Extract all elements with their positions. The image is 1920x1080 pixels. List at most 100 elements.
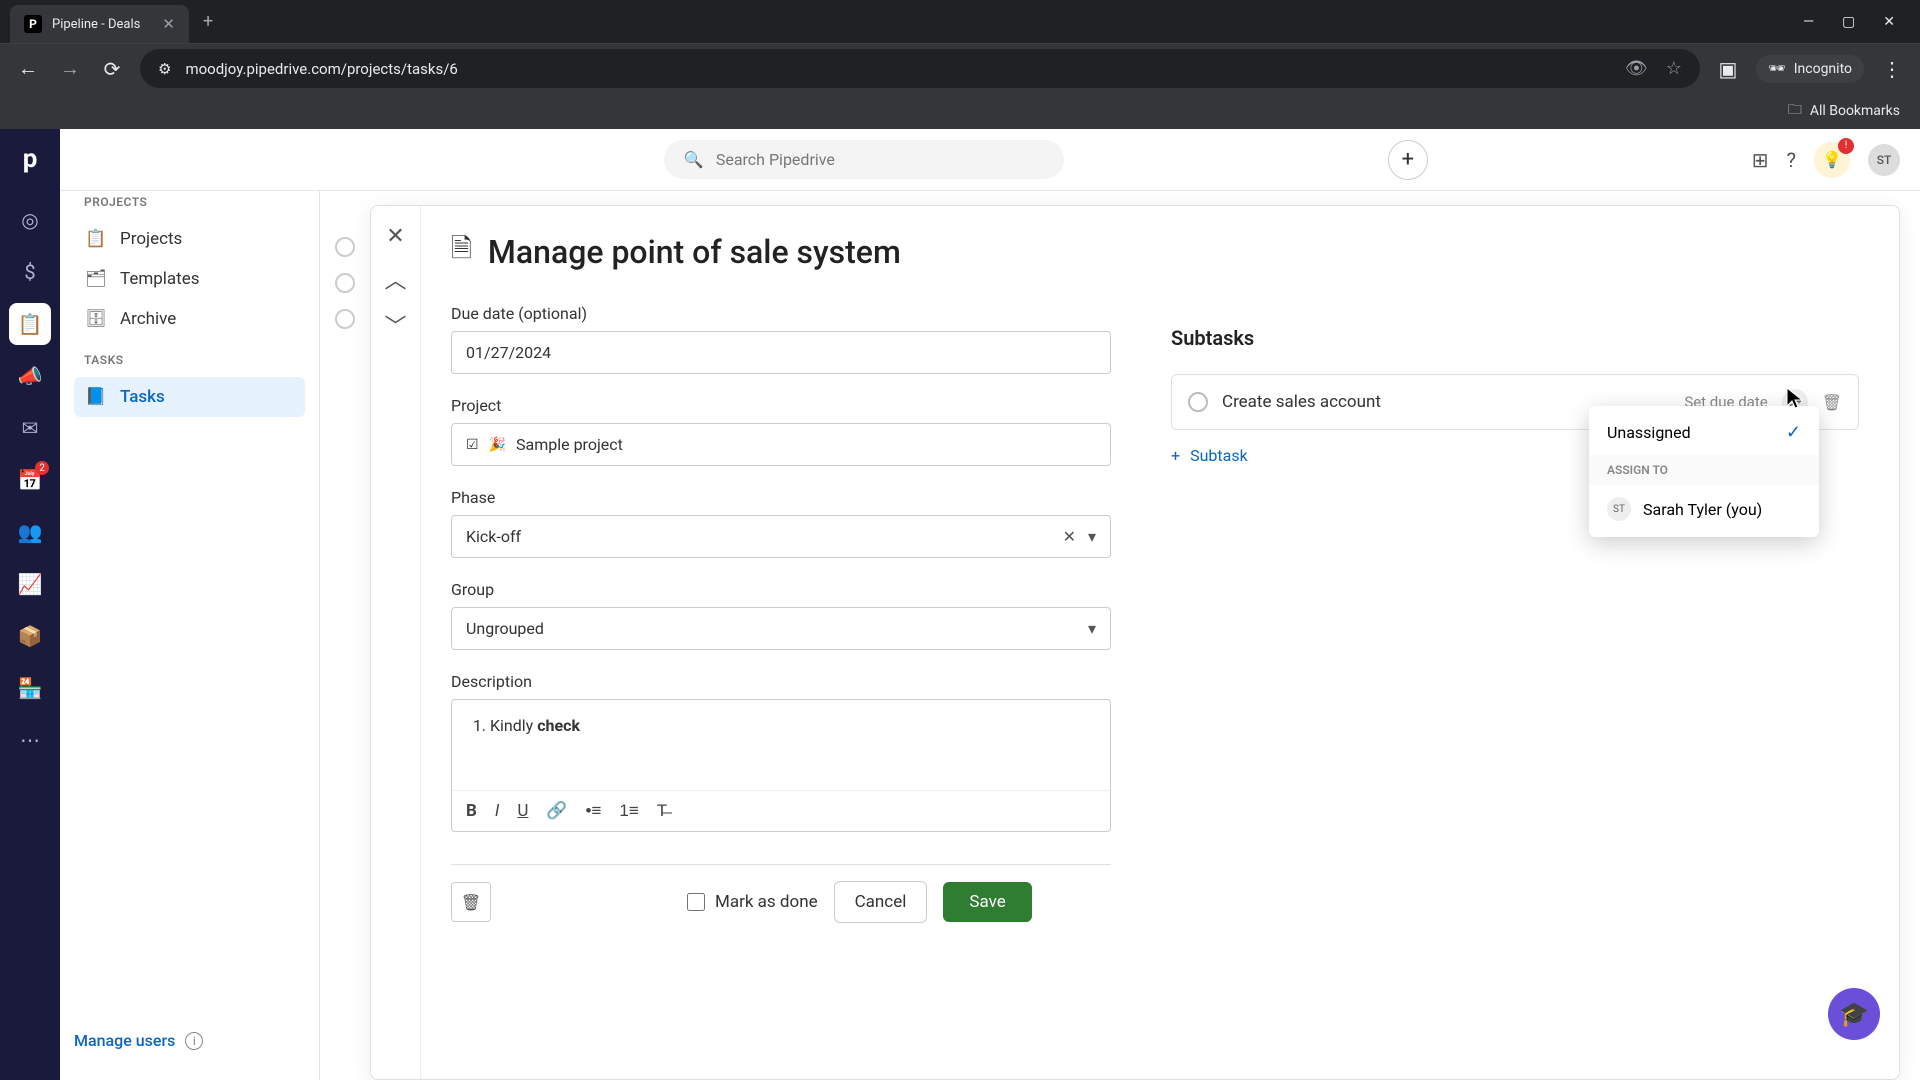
manage-users-link[interactable]: Manage users [74, 1031, 175, 1050]
tab-close-icon[interactable]: ✕ [162, 15, 175, 33]
browser-menu-icon[interactable]: ⋮ [1878, 57, 1906, 81]
project-party-icon: 🎉 [489, 437, 506, 453]
chevron-down-icon[interactable]: ▾ [1088, 619, 1096, 638]
mark-done-checkbox[interactable]: Mark as done [687, 892, 818, 912]
rail-mail-icon[interactable]: ✉ [9, 407, 51, 449]
pipedrive-logo-icon[interactable]: p [14, 143, 46, 175]
url-input[interactable]: ⚙ moodjoy.pipedrive.com/projects/tasks/6… [140, 49, 1700, 88]
minimize-icon[interactable]: — [1803, 14, 1814, 30]
forward-icon[interactable]: → [56, 56, 84, 81]
chevron-down-icon[interactable]: ▾ [1088, 527, 1096, 546]
rail-more-icon[interactable]: ⋯ [9, 719, 51, 761]
number-list-icon[interactable]: 1≡ [619, 801, 638, 821]
task-radio-stub[interactable] [335, 237, 355, 257]
save-button[interactable]: Save [943, 882, 1031, 922]
site-settings-icon[interactable]: ⚙ [158, 60, 171, 78]
background-task-list [320, 191, 370, 1080]
task-doc-icon: 🗎 [451, 230, 472, 274]
link-icon[interactable]: 🔗 [546, 801, 567, 821]
search-input[interactable]: 🔍 Search Pipedrive [664, 140, 1064, 179]
due-date-label: Due date (optional) [451, 304, 1111, 323]
sidebar-item-projects[interactable]: 📋 Projects [74, 219, 305, 259]
user-avatar[interactable]: ST [1868, 144, 1900, 176]
delete-task-button[interactable]: 🗑 [451, 882, 491, 922]
description-editor[interactable]: Kindly check B I U 🔗 •≡ 1≡ T̶ [451, 699, 1111, 832]
group-value: Ungrouped [466, 619, 544, 638]
assign-user-option[interactable]: ST Sarah Tyler (you) [1589, 485, 1819, 533]
reload-icon[interactable]: ⟳ [98, 57, 126, 81]
phase-value: Kick-off [466, 527, 521, 546]
italic-icon[interactable]: I [495, 801, 499, 821]
subtasks-panel: Subtasks Create sales account Set due da… [1141, 206, 1899, 1079]
rail-deals-icon[interactable]: $ [9, 251, 51, 293]
tab-favicon-icon: P [24, 15, 42, 33]
phase-select[interactable]: Kick-off ✕ ▾ [451, 515, 1111, 558]
rail-insights-icon[interactable]: 📈 [9, 563, 51, 605]
side-panel-icon[interactable]: ▣ [1714, 57, 1742, 81]
puzzle-icon[interactable]: ⊞ [1752, 148, 1769, 172]
user-mini-avatar: ST [1607, 497, 1631, 521]
task-radio-stub[interactable] [335, 309, 355, 329]
mark-done-input[interactable] [687, 893, 705, 911]
help-bubble-button[interactable]: 🎓 [1828, 988, 1880, 1040]
assign-unassigned-option[interactable]: Unassigned ✓ [1589, 410, 1819, 455]
due-date-value: 01/27/2024 [466, 343, 551, 362]
prev-task-icon[interactable]: ︿ [384, 263, 406, 295]
task-footer: 🗑 Mark as done Cancel Save [451, 864, 1111, 939]
folder-icon: 🗀 [1788, 99, 1802, 123]
back-icon[interactable]: ← [14, 56, 42, 81]
project-value: Sample project [516, 435, 623, 454]
incognito-badge[interactable]: 🕶 Incognito [1756, 55, 1864, 83]
insights-bulb-icon[interactable]: 💡 ! [1814, 142, 1850, 178]
cancel-button[interactable]: Cancel [834, 881, 928, 923]
project-input[interactable]: ☑ 🎉 Sample project [451, 423, 1111, 466]
subtasks-heading: Subtasks [1171, 326, 1859, 350]
clipboard-icon: 📋 [86, 229, 106, 249]
help-icon[interactable]: ? [1787, 148, 1796, 172]
delete-subtask-icon[interactable]: 🗑 [1822, 393, 1842, 412]
project-check-icon: ☑ [466, 437, 479, 453]
rail-campaigns-icon[interactable]: 📣 [9, 355, 51, 397]
sidebar-item-templates[interactable]: 🗂 Templates [74, 259, 305, 299]
rail-leads-icon[interactable]: ◎ [9, 199, 51, 241]
editor-toolbar: B I U 🔗 •≡ 1≡ T̶ [452, 790, 1110, 831]
browser-tab[interactable]: P Pipeline - Deals ✕ [10, 5, 189, 43]
info-icon[interactable]: i [185, 1032, 203, 1050]
close-window-icon[interactable]: ✕ [1883, 14, 1895, 30]
bullet-list-icon[interactable]: •≡ [586, 801, 602, 821]
sidebar-item-archive[interactable]: 🗄 Archive [74, 299, 305, 339]
rail-activities-icon[interactable]: 📅 2 [9, 459, 51, 501]
phase-label: Phase [451, 488, 1111, 507]
app-topbar: 🔍 Search Pipedrive + ⊞ ? 💡 ! ST [60, 129, 1920, 191]
rail-contacts-icon[interactable]: 👥 [9, 511, 51, 553]
eye-off-icon[interactable]: 👁 [1625, 58, 1648, 79]
group-select[interactable]: Ungrouped ▾ [451, 607, 1111, 650]
all-bookmarks-link[interactable]: All Bookmarks [1810, 103, 1900, 119]
description-line: Kindly check [490, 716, 1090, 735]
bookmark-star-icon[interactable]: ☆ [1666, 58, 1682, 79]
new-tab-button[interactable]: + [203, 11, 213, 32]
maximize-icon[interactable]: ▢ [1842, 14, 1855, 30]
check-icon: ✓ [1786, 422, 1801, 443]
browser-chrome: P Pipeline - Deals ✕ + — ▢ ✕ ← → ⟳ ⚙ moo… [0, 0, 1920, 129]
rail-products-icon[interactable]: 📦 [9, 615, 51, 657]
rail-marketplace-icon[interactable]: 🏪 [9, 667, 51, 709]
rail-badge: 2 [35, 461, 49, 475]
sidebar-item-label: Templates [120, 269, 200, 289]
underline-icon[interactable]: U [517, 801, 528, 821]
due-date-input[interactable]: 01/27/2024 [451, 331, 1111, 374]
assign-dropdown: Unassigned ✓ ASSIGN TO ST Sarah Tyler (y… [1589, 406, 1819, 537]
rail-projects-icon[interactable]: 📋 [9, 303, 51, 345]
clear-format-icon[interactable]: T̶ [657, 801, 667, 821]
sidebar-item-tasks[interactable]: 📘 Tasks [74, 377, 305, 417]
task-form: 🗎 Manage point of sale system ▲ Due date… [421, 206, 1141, 1079]
task-radio-stub[interactable] [335, 273, 355, 293]
next-task-icon[interactable]: ﹀ [384, 309, 406, 341]
bold-icon[interactable]: B [466, 801, 477, 821]
add-button[interactable]: + [1388, 140, 1428, 180]
sidebar-item-label: Projects [120, 229, 182, 249]
icon-rail: p ◎ $ 📋 📣 ✉ 📅 2 👥 📈 📦 🏪 ⋯ [0, 129, 60, 1080]
clear-phase-icon[interactable]: ✕ [1063, 527, 1076, 546]
close-panel-icon[interactable]: ✕ [386, 224, 404, 249]
subtask-radio[interactable] [1188, 392, 1208, 412]
